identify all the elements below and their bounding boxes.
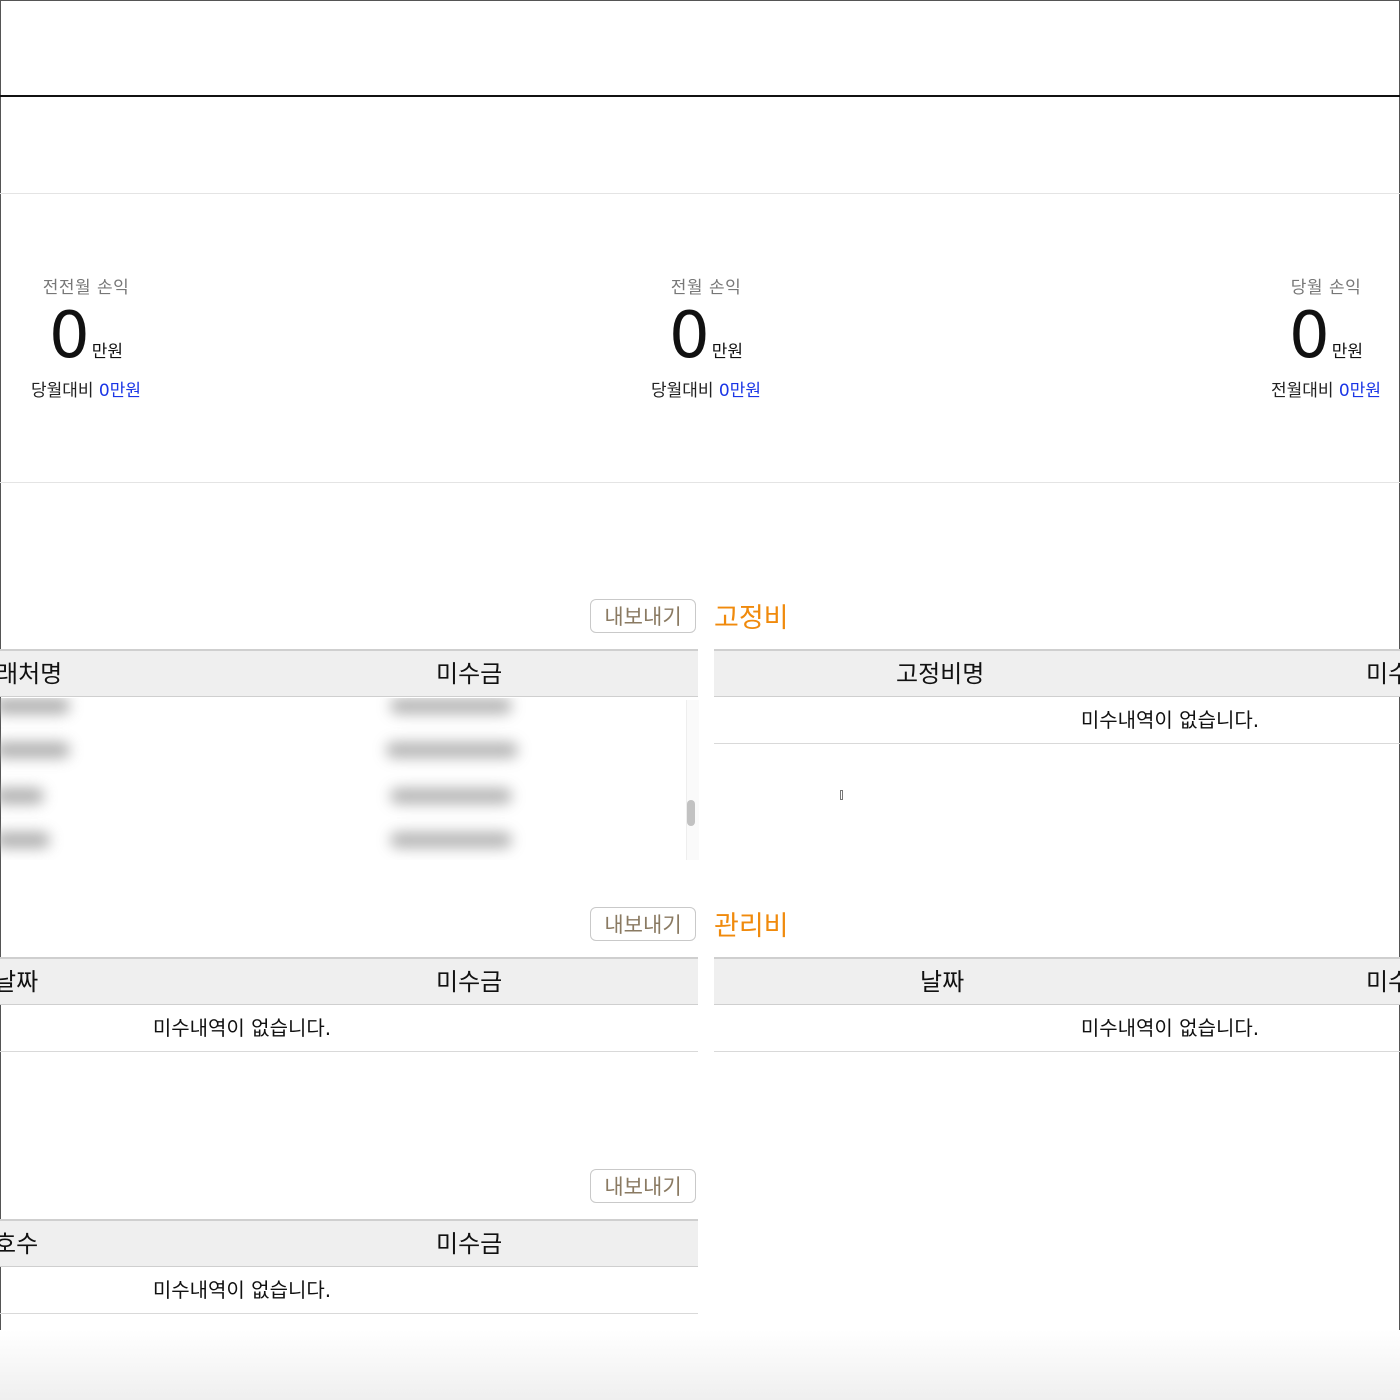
- table-header: 날짜 미수금: [0, 957, 698, 1005]
- column-header-date[interactable]: 날짜: [0, 959, 38, 1004]
- table-row[interactable]: [0, 774, 698, 818]
- column-header-unit-number[interactable]: 호수: [0, 1221, 38, 1266]
- stat-compare-value: 0만원: [98, 381, 142, 401]
- column-header-fixed-cost-name[interactable]: 고정비명: [896, 651, 984, 696]
- text-cursor-icon: [840, 790, 843, 800]
- stat-value: 0: [1289, 299, 1330, 373]
- column-header-unpaid[interactable]: 미수금: [436, 959, 502, 1004]
- stat-label: 전전월 손익: [42, 278, 130, 298]
- stat-unit: 만원: [711, 342, 743, 362]
- table-header: 호수 미수금: [0, 1219, 698, 1267]
- stat-compare-value: 0만원: [718, 381, 762, 401]
- table-header: 날짜 미수: [714, 957, 1400, 1005]
- table-header: 래처명 미수금: [0, 649, 698, 697]
- column-header-client[interactable]: 래처명: [0, 651, 62, 696]
- table-row[interactable]: [0, 818, 698, 860]
- empty-message: 미수내역이 없습니다.: [714, 1006, 1400, 1052]
- stat-compare: 당월대비 0만원: [30, 381, 142, 401]
- table-row[interactable]: [0, 728, 698, 772]
- column-header-unpaid[interactable]: 미수: [1366, 651, 1400, 696]
- stat-unit: 만원: [91, 342, 123, 362]
- subheader-divider: [0, 193, 1400, 194]
- section-title-fixed-cost: 고정비: [714, 603, 789, 634]
- scrollbar-thumb[interactable]: [687, 800, 695, 826]
- table-row[interactable]: [0, 698, 698, 728]
- column-header-date[interactable]: 날짜: [920, 959, 964, 1004]
- list-scrollbar[interactable]: [686, 700, 699, 860]
- empty-message: 미수내역이 없습니다.: [714, 698, 1400, 744]
- summary-divider: [0, 482, 1400, 483]
- client-receivables-list: [0, 698, 698, 860]
- header-divider: [0, 95, 1400, 97]
- column-header-unpaid[interactable]: 미수금: [436, 651, 502, 696]
- bottom-fade: [0, 1330, 1400, 1400]
- stat-compare: 당월대비 0만원: [650, 381, 762, 401]
- stat-value: 0: [49, 299, 90, 373]
- stat-compare: 전월대비 0만원: [1270, 381, 1382, 401]
- stat-two-months-ago: 전전월 손익 0 만원 당월대비 0만원: [16, 276, 156, 401]
- column-header-unpaid[interactable]: 미수금: [436, 1221, 502, 1266]
- empty-message: 미수내역이 없습니다.: [0, 1268, 698, 1314]
- export-button[interactable]: 내보내기: [590, 907, 696, 941]
- table-header: 고정비명 미수: [714, 649, 1400, 697]
- stat-this-month: 당월 손익 0 만원 전월대비 0만원: [1256, 276, 1396, 401]
- column-header-unpaid[interactable]: 미수: [1366, 959, 1400, 1004]
- stat-label: 당월 손익: [1290, 278, 1362, 298]
- stat-compare-value: 0만원: [1338, 381, 1382, 401]
- stat-label: 전월 손익: [670, 278, 742, 298]
- stat-value: 0: [669, 299, 710, 373]
- section-title-management-fee: 관리비: [714, 911, 789, 942]
- export-button[interactable]: 내보내기: [590, 1169, 696, 1203]
- stat-last-month: 전월 손익 0 만원 당월대비 0만원: [636, 276, 776, 401]
- export-button[interactable]: 내보내기: [590, 599, 696, 633]
- empty-message: 미수내역이 없습니다.: [0, 1006, 698, 1052]
- stat-unit: 만원: [1331, 342, 1363, 362]
